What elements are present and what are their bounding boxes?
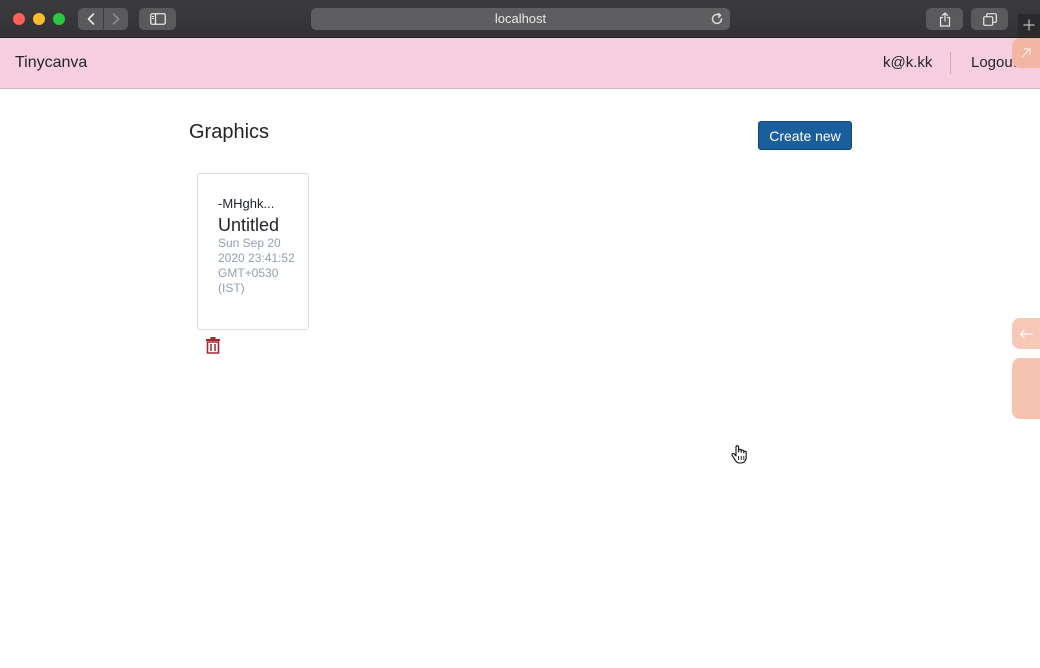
sidebar-toggle-button[interactable] — [139, 8, 176, 30]
side-collapse-tab[interactable] — [1012, 318, 1040, 349]
page-title: Graphics — [189, 121, 270, 143]
app-navbar: Tinycanva k@k.kk Logout — [0, 38, 1040, 89]
address-bar[interactable]: localhost — [311, 8, 730, 30]
reload-icon[interactable] — [710, 12, 724, 26]
navbar-divider — [950, 52, 951, 74]
chevron-left-icon — [87, 13, 94, 25]
arrow-up-right-icon — [1021, 48, 1031, 58]
graphic-id: -MHghk... — [218, 196, 275, 211]
address-text: localhost — [494, 11, 547, 26]
share-icon — [939, 11, 950, 27]
forward-button[interactable] — [103, 8, 128, 30]
close-window-button[interactable] — [13, 13, 25, 25]
chevron-right-icon — [112, 13, 120, 25]
graphic-card[interactable]: -MHghk... Untitled Sun Sep 20 2020 23:41… — [197, 173, 309, 330]
graphic-name: Untitled — [218, 215, 280, 235]
fullscreen-window-button[interactable] — [53, 13, 65, 25]
history-nav — [78, 8, 128, 30]
side-panel-tab[interactable] — [1012, 358, 1040, 419]
trash-icon[interactable] — [205, 337, 221, 354]
plus-icon — [1023, 19, 1035, 31]
browser-toolbar: localhost — [0, 0, 1040, 38]
minimize-window-button[interactable] — [33, 13, 45, 25]
create-new-button[interactable]: Create new — [758, 121, 852, 150]
back-button[interactable] — [78, 8, 103, 30]
graphic-created-date: Sun Sep 20 2020 23:41:52 GMT+0530 (IST) — [218, 236, 295, 295]
sidebar-icon — [149, 13, 166, 25]
tab-overview-button[interactable] — [971, 8, 1008, 30]
new-tab-button[interactable] — [1018, 14, 1040, 36]
arrow-left-icon — [1019, 329, 1033, 338]
brand-link[interactable]: Tinycanva — [15, 38, 87, 88]
share-button[interactable] — [926, 8, 963, 30]
logout-link[interactable]: Logout — [971, 38, 1017, 88]
tabs-icon — [982, 12, 997, 26]
side-expand-tab[interactable] — [1012, 38, 1040, 68]
user-email: k@k.kk — [883, 54, 933, 71]
hand-cursor-icon — [731, 445, 747, 464]
